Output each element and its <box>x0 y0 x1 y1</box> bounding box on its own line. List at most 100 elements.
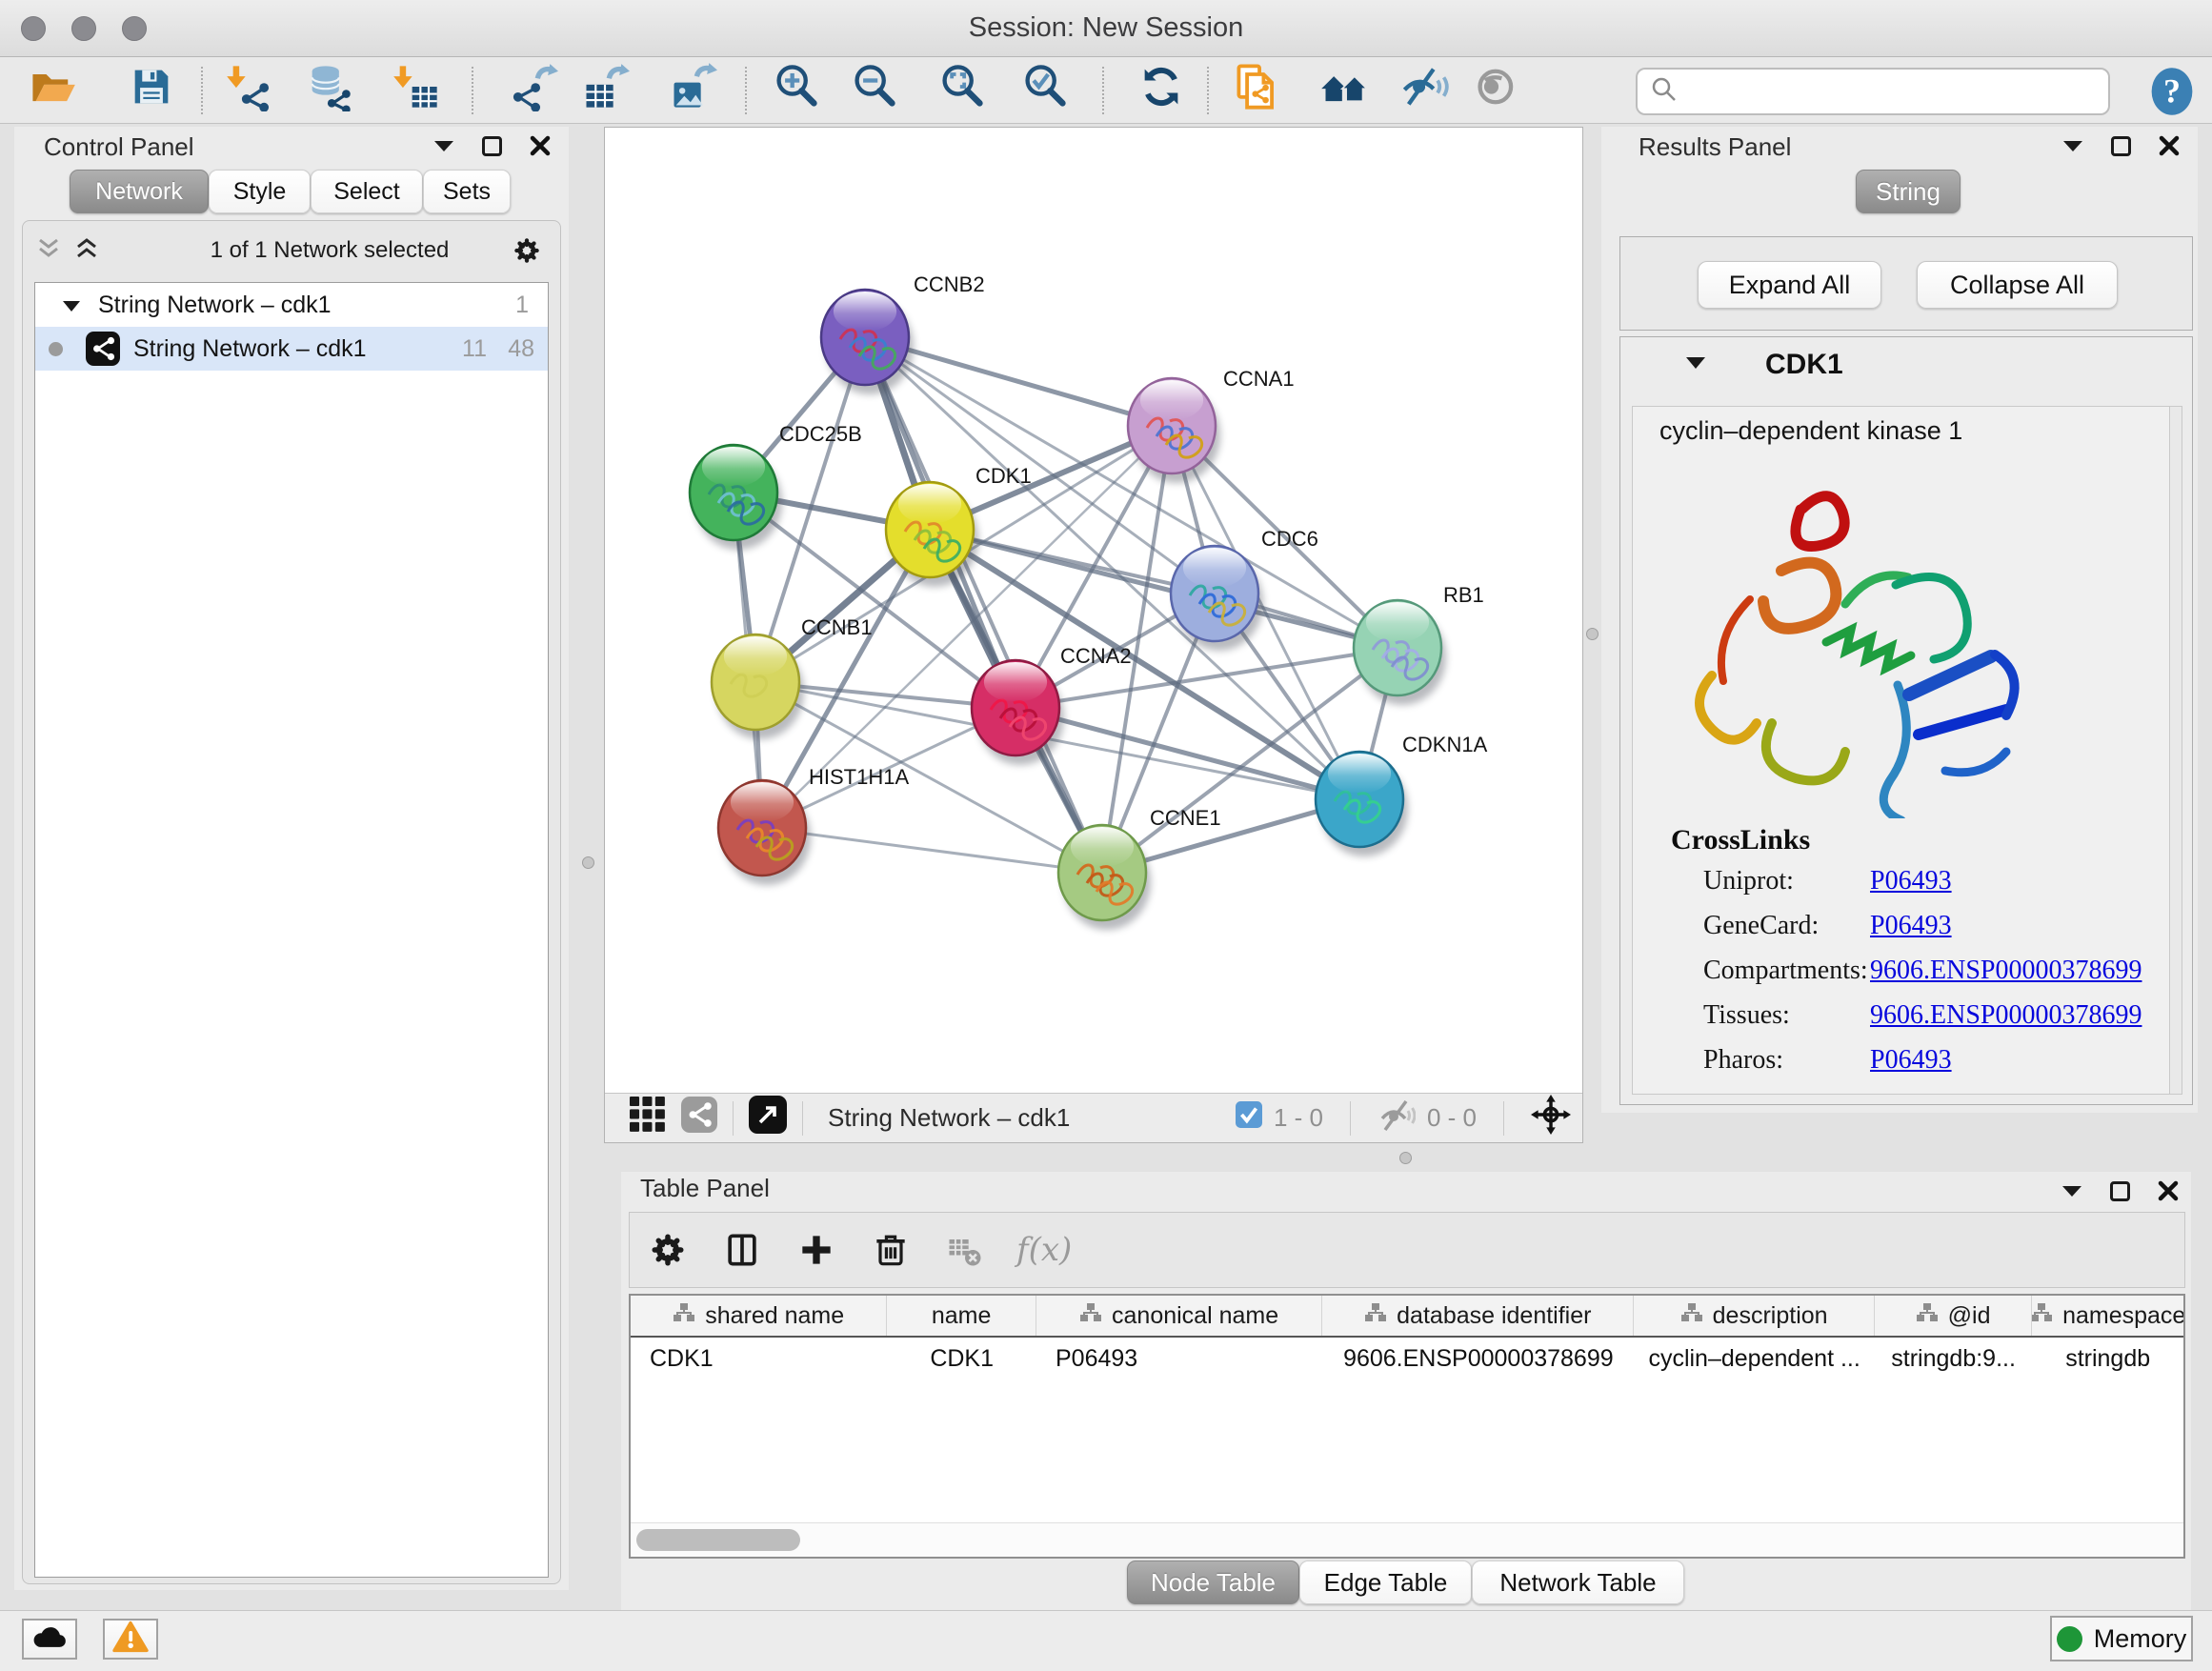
cell-shared-name[interactable]: CDK1 <box>631 1338 887 1379</box>
close-panel-icon[interactable] <box>529 134 552 157</box>
panel-menu-icon[interactable] <box>2061 138 2084 153</box>
network-node-HIST1H1A[interactable] <box>718 780 811 885</box>
export-image-button[interactable] <box>665 61 720 116</box>
float-panel-icon[interactable] <box>2110 1181 2130 1201</box>
birds-eye-crosshair-icon[interactable] <box>1531 1095 1571 1141</box>
gene-collapse-icon[interactable] <box>1685 355 1706 374</box>
zoom-selected-button[interactable] <box>1017 61 1073 116</box>
column-header-name[interactable]: name <box>887 1296 1036 1336</box>
network-node-CCNA2[interactable] <box>972 660 1064 765</box>
export-network-button[interactable] <box>506 61 561 116</box>
network-edge-CCNB2-CCNE1[interactable] <box>865 337 1102 873</box>
column-header-shared-name[interactable]: shared name <box>631 1296 887 1336</box>
collapse-all-button[interactable]: Collapse All <box>1917 261 2118 309</box>
crosslink-link[interactable]: 9606.ENSP00000378699 <box>1870 1000 2142 1031</box>
import-network-file-button[interactable] <box>222 61 277 116</box>
float-panel-icon[interactable] <box>2111 136 2131 156</box>
column-header-namespace[interactable]: namespace <box>2032 1296 2183 1336</box>
network-edge-CDK1-RB1[interactable] <box>930 530 1398 648</box>
minimize-window-button[interactable] <box>71 16 96 41</box>
network-node-CCNB2[interactable] <box>821 290 914 394</box>
column-header-id[interactable]: @id <box>1875 1296 2033 1336</box>
save-session-button[interactable] <box>124 61 179 116</box>
network-view-type-icon[interactable] <box>681 1097 717 1139</box>
zoom-window-button[interactable] <box>122 16 147 41</box>
network-edge-HIST1H1A-CCNE1[interactable] <box>762 828 1102 873</box>
warnings-button[interactable] <box>103 1619 158 1660</box>
table-options-gear-icon[interactable] <box>645 1227 691 1273</box>
tab-sets[interactable]: Sets <box>423 170 511 213</box>
network-node-RB1[interactable] <box>1354 600 1446 705</box>
collapse-all-networks-icon[interactable] <box>36 237 61 265</box>
detach-view-icon[interactable] <box>749 1096 787 1140</box>
tab-network[interactable]: Network <box>70 170 209 213</box>
cell-canonical-name[interactable]: P06493 <box>1036 1338 1322 1379</box>
network-node-CDC25B[interactable] <box>690 445 782 550</box>
collection-expand-icon[interactable] <box>62 292 81 319</box>
table-row[interactable]: CDK1 CDK1 P06493 9606.ENSP00000378699 cy… <box>631 1338 2183 1379</box>
tab-network-table[interactable]: Network Table <box>1472 1560 1684 1604</box>
show-columns-icon[interactable] <box>719 1227 765 1273</box>
float-panel-icon[interactable] <box>482 136 502 156</box>
network-options-gear-icon[interactable] <box>511 234 543 272</box>
tab-edge-table[interactable]: Edge Table <box>1299 1560 1472 1604</box>
close-panel-icon[interactable] <box>2158 134 2181 157</box>
network-edge-CCNA2-CDKN1A[interactable] <box>1016 708 1359 799</box>
table-horizontal-scrollbar[interactable] <box>631 1522 2183 1557</box>
expand-all-button[interactable]: Expand All <box>1698 261 1881 309</box>
cell-id[interactable]: stringdb:9... <box>1875 1338 2033 1379</box>
network-collection-row[interactable]: String Network – cdk1 1 <box>35 283 548 327</box>
network-canvas[interactable]: CCNB2CCNA1CDC25BCDK1CDC6RB1CCNB1CCNA2CDK… <box>605 128 1582 1093</box>
cell-name[interactable]: CDK1 <box>887 1338 1036 1379</box>
zoom-out-button[interactable] <box>847 61 902 116</box>
apply-layout-button[interactable] <box>1134 61 1189 116</box>
delete-column-icon[interactable] <box>868 1227 914 1273</box>
export-table-button[interactable] <box>577 61 633 116</box>
add-column-icon[interactable] <box>794 1227 839 1273</box>
close-panel-icon[interactable] <box>2157 1179 2180 1202</box>
hide-selection-button[interactable] <box>1397 61 1452 116</box>
results-scrollbar[interactable] <box>2169 407 2182 1094</box>
network-row[interactable]: String Network – cdk1 11 48 <box>35 327 548 371</box>
column-header-database-identifier[interactable]: database identifier <box>1322 1296 1634 1336</box>
left-splitter-handle[interactable] <box>582 856 594 869</box>
cell-database-identifier[interactable]: 9606.ENSP00000378699 <box>1322 1338 1634 1379</box>
crosslink-link[interactable]: P06493 <box>1870 911 1952 941</box>
import-table-button[interactable] <box>389 61 444 116</box>
search-input[interactable] <box>1685 77 2085 107</box>
selected-checkbox-icon[interactable] <box>1236 1101 1262 1135</box>
grid-view-icon[interactable] <box>630 1097 666 1139</box>
zoom-fit-button[interactable] <box>935 61 990 116</box>
network-from-selection-button[interactable] <box>1231 61 1286 116</box>
tab-style[interactable]: Style <box>209 170 311 213</box>
help-button[interactable]: ? <box>2146 65 2198 118</box>
panel-menu-icon[interactable] <box>2061 1183 2083 1198</box>
expand-all-networks-icon[interactable] <box>74 237 99 265</box>
column-header-canonical-name[interactable]: canonical name <box>1036 1296 1322 1336</box>
tab-node-table[interactable]: Node Table <box>1127 1560 1299 1604</box>
scrollbar-thumb[interactable] <box>636 1529 800 1551</box>
network-node-CDKN1A[interactable] <box>1316 752 1408 856</box>
cloud-status-button[interactable] <box>22 1619 77 1660</box>
tab-string[interactable]: String <box>1856 170 1961 213</box>
crosslink-link[interactable]: 9606.ENSP00000378699 <box>1870 956 2142 986</box>
network-node-CCNE1[interactable] <box>1058 825 1151 930</box>
tab-select[interactable]: Select <box>311 170 423 213</box>
open-session-button[interactable] <box>25 61 80 116</box>
network-node-CCNA1[interactable] <box>1128 378 1220 483</box>
column-header-description[interactable]: description <box>1634 1296 1874 1336</box>
first-neighbors-button[interactable] <box>1317 61 1372 116</box>
cell-namespace[interactable]: stringdb <box>2032 1338 2183 1379</box>
panel-menu-icon[interactable] <box>432 138 455 153</box>
crosslink-link[interactable]: P06493 <box>1870 866 1952 896</box>
zoom-in-button[interactable] <box>769 61 824 116</box>
show-all-button[interactable] <box>1470 61 1525 116</box>
horizontal-splitter-handle[interactable] <box>1399 1152 1412 1164</box>
memory-button[interactable]: Memory <box>2050 1616 2193 1661</box>
right-splitter-handle[interactable] <box>1586 628 1599 640</box>
crosslink-link[interactable]: P06493 <box>1870 1045 1952 1076</box>
close-window-button[interactable] <box>21 16 46 41</box>
import-network-database-button[interactable] <box>301 61 356 116</box>
gene-header-row[interactable]: CDK1 <box>1620 337 2192 393</box>
network-node-CDK1[interactable] <box>886 482 978 587</box>
